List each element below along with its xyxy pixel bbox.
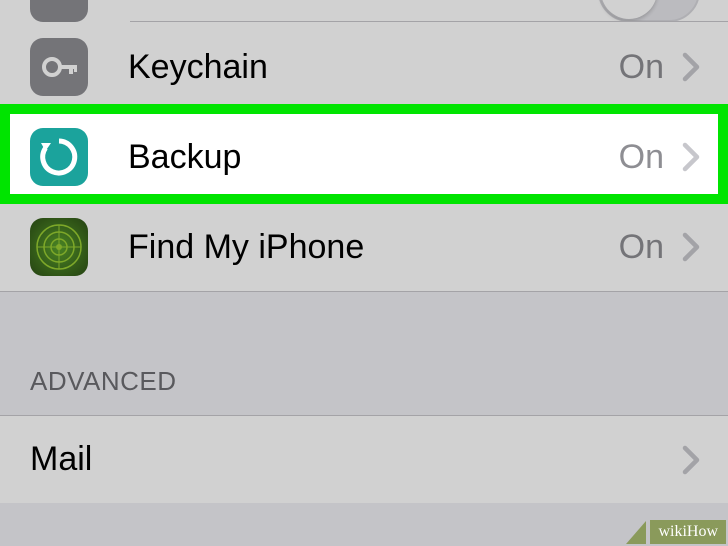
toggle-switch[interactable] bbox=[598, 0, 700, 22]
row-status: On bbox=[619, 48, 664, 87]
chevron-right-icon bbox=[682, 52, 700, 82]
row-label: Backup bbox=[128, 138, 619, 177]
settings-row-find-my-iphone[interactable]: Find My iPhone On bbox=[0, 202, 728, 292]
app-icon-partial bbox=[30, 0, 88, 22]
chevron-right-icon bbox=[682, 445, 700, 475]
wikihow-watermark: wikiHow bbox=[650, 520, 726, 544]
row-status: On bbox=[619, 138, 664, 177]
backup-icon bbox=[30, 128, 88, 186]
chevron-right-icon bbox=[682, 232, 700, 262]
keychain-icon bbox=[30, 38, 88, 96]
settings-row-backup[interactable]: Backup On bbox=[0, 112, 728, 202]
row-label: Keychain bbox=[128, 48, 619, 87]
chevron-right-icon bbox=[682, 142, 700, 172]
settings-row-toggle-partial[interactable] bbox=[0, 0, 728, 22]
wikihow-watermark-tip bbox=[626, 521, 646, 544]
settings-row-keychain[interactable]: Keychain On bbox=[0, 22, 728, 112]
row-label: Mail bbox=[30, 440, 682, 479]
section-gap bbox=[0, 292, 728, 366]
row-label: Find My iPhone bbox=[128, 228, 619, 267]
find-my-iphone-icon bbox=[30, 218, 88, 276]
row-status: On bbox=[619, 228, 664, 267]
settings-screen: Keychain On Backup On bbox=[0, 0, 728, 546]
toggle-knob bbox=[601, 0, 657, 19]
section-header-advanced: ADVANCED bbox=[0, 366, 728, 415]
settings-row-mail[interactable]: Mail bbox=[0, 415, 728, 503]
